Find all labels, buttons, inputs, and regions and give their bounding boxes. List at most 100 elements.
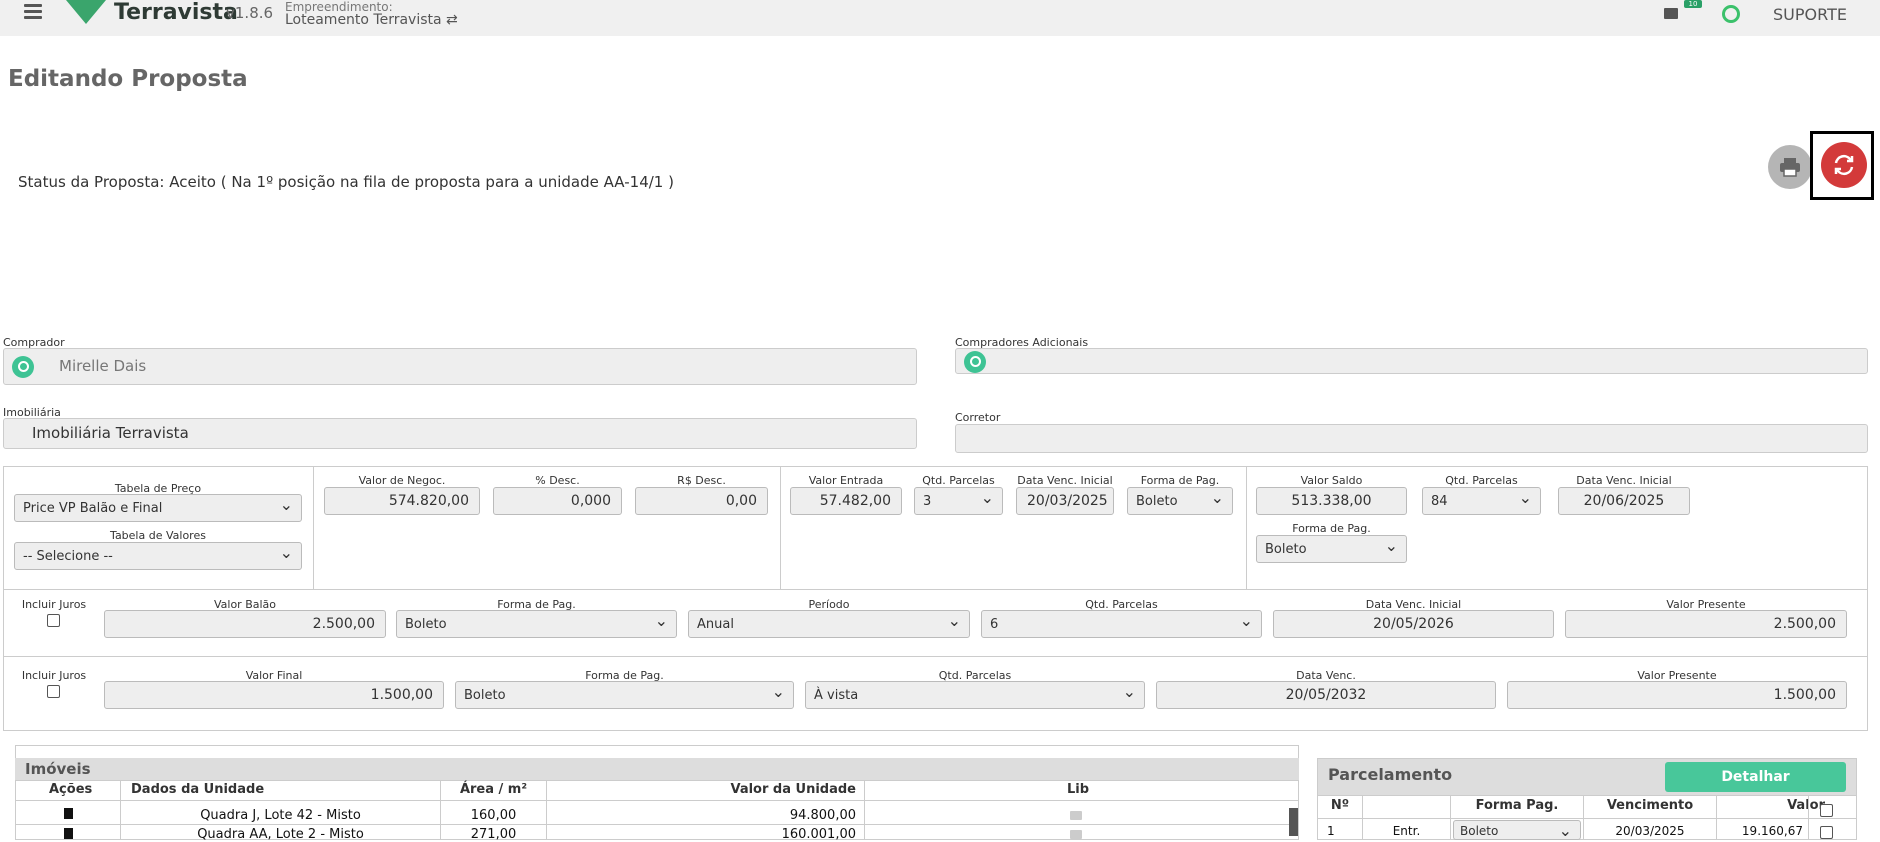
saldo-data-input[interactable]: 20/06/2025 <box>1558 487 1690 515</box>
pct-desc-label: % Desc. <box>535 474 580 487</box>
final-juros-checkbox[interactable] <box>47 685 60 698</box>
refresh-highlight <box>1810 131 1874 200</box>
valor-final-input[interactable]: 1.500,00 <box>104 681 444 709</box>
divider <box>1246 466 1247 590</box>
col-lib: Lib <box>1066 782 1090 797</box>
saldo-forma-select[interactable]: Boleto <box>1256 535 1407 563</box>
final-data-input[interactable]: 20/05/2032 <box>1156 681 1496 709</box>
entrada-forma-select[interactable]: Boleto <box>1127 487 1233 515</box>
unit-area: 160,00 <box>470 808 517 823</box>
document-icon[interactable] <box>64 808 73 819</box>
compradores-adicionais-field[interactable] <box>955 348 1868 374</box>
refresh-icon <box>1834 154 1854 176</box>
refresh-button[interactable] <box>1821 142 1867 188</box>
scrollbar[interactable] <box>1289 808 1298 836</box>
lock-icon[interactable] <box>1070 811 1082 820</box>
final-qtd-select[interactable]: À vista <box>805 681 1145 709</box>
tabela-preco-select[interactable]: Price VP Balão e Final <box>14 494 302 522</box>
balao-forma-select[interactable]: Boleto <box>396 610 677 638</box>
unit-data: Quadra J, Lote 42 - Misto <box>200 808 361 823</box>
col-vencimento: Vencimento <box>1606 798 1694 813</box>
tabela-valores-select[interactable]: -- Selecione -- <box>14 542 302 570</box>
printer-icon <box>1780 158 1800 177</box>
rs-desc-input[interactable]: 0,00 <box>635 487 768 515</box>
final-forma-select[interactable]: Boleto <box>455 681 794 709</box>
rs-desc-label: R$ Desc. <box>677 474 726 487</box>
balao-juros-label: Incluir Juros <box>21 598 87 611</box>
entrada-forma-label: Forma de Pag. <box>1140 474 1220 487</box>
valor-entrada-label: Valor Entrada <box>808 474 884 487</box>
mail-badge: 10 <box>1684 0 1702 8</box>
balao-periodo-select[interactable]: Anual <box>688 610 970 638</box>
saldo-forma-label: Forma de Pag. <box>1292 522 1371 535</box>
comprador-field[interactable]: Mirelle Dais <box>3 348 917 385</box>
imoveis-title: Imóveis <box>15 758 1299 780</box>
imobiliaria-field[interactable]: Imobiliária Terravista <box>3 418 917 449</box>
balao-qtd-select[interactable]: 6 <box>981 610 1262 638</box>
unit-area: 271,00 <box>470 827 517 842</box>
entrada-data-label: Data Venc. Inicial <box>1017 474 1113 487</box>
divider <box>1318 818 1856 819</box>
empreendimento-switcher[interactable]: Loteamento Terravista ⇄ <box>285 12 458 28</box>
parcela-checkbox[interactable] <box>1820 826 1833 839</box>
divider <box>1318 795 1856 796</box>
divider <box>864 780 865 840</box>
final-vp-input[interactable]: 1.500,00 <box>1507 681 1847 709</box>
col-valor: Valor da Unidade <box>730 782 856 797</box>
unit-value: 160.001,00 <box>781 827 856 842</box>
col-area: Área / m² <box>459 782 528 797</box>
col-forma: Forma Pag. <box>1475 798 1559 813</box>
app-version: v1.8.6 <box>226 4 274 22</box>
imobiliaria-value: Imobiliária Terravista <box>32 424 189 442</box>
page-title: Editando Proposta <box>8 66 248 92</box>
valor-negoc-input[interactable]: 574.820,00 <box>324 487 480 515</box>
divider <box>15 824 1299 825</box>
search-icon[interactable] <box>964 351 986 373</box>
entrada-qtd-label: Qtd. Parcelas <box>922 474 995 487</box>
divider <box>313 466 314 590</box>
select-all-checkbox[interactable] <box>1820 804 1833 817</box>
saldo-data-label: Data Venc. Inicial <box>1576 474 1672 487</box>
divider <box>15 800 1299 801</box>
saldo-qtd-select[interactable]: 84 <box>1422 487 1541 515</box>
mail-icon[interactable] <box>1664 8 1678 19</box>
corretor-field[interactable] <box>955 424 1868 453</box>
unit-data: Quadra AA, Lote 2 - Misto <box>197 827 364 842</box>
col-acoes: Ações <box>49 782 93 797</box>
saldo-qtd-label: Qtd. Parcelas <box>1445 474 1518 487</box>
corretor-label: Corretor <box>955 411 1001 424</box>
tabela-valores-label: Tabela de Valores <box>110 529 206 542</box>
entrada-data-input[interactable]: 20/03/2025 <box>1016 487 1114 515</box>
top-bar: Terravista v1.8.6 Empreendimento: Loteam… <box>0 0 1880 36</box>
valor-negoc-label: Valor de Negoc. <box>358 474 446 487</box>
proposal-status: Status da Proposta: Aceito ( Na 1º posiç… <box>18 173 674 191</box>
entrada-qtd-select[interactable]: 3 <box>914 487 1003 515</box>
divider <box>780 466 781 590</box>
search-icon[interactable] <box>12 356 34 378</box>
support-link[interactable]: SUPORTE <box>1773 5 1847 24</box>
app-name: Terravista <box>114 0 238 25</box>
balao-data-input[interactable]: 20/05/2026 <box>1273 610 1554 638</box>
valor-saldo-input[interactable]: 513.338,00 <box>1256 487 1407 515</box>
detalhar-financiamento-button[interactable]: Detalhar Financiamento <box>1665 762 1846 815</box>
divider <box>15 780 1299 781</box>
comprador-value: Mirelle Dais <box>59 357 147 375</box>
valor-balao-input[interactable]: 2.500,00 <box>104 610 386 638</box>
valor-entrada-input[interactable]: 57.482,00 <box>790 487 902 515</box>
valor-saldo-label: Valor Saldo <box>1300 474 1363 487</box>
document-icon[interactable] <box>64 828 73 839</box>
divider <box>546 780 547 840</box>
unit-value: 94.800,00 <box>789 808 856 823</box>
col-numero: Nº <box>1330 798 1350 813</box>
pct-desc-input[interactable]: 0,000 <box>493 487 622 515</box>
online-status-icon <box>1722 5 1740 23</box>
parcela-forma-select[interactable]: Boleto <box>1453 820 1581 840</box>
balao-juros-checkbox[interactable] <box>47 614 60 627</box>
balao-vp-input[interactable]: 2.500,00 <box>1565 610 1847 638</box>
logo-icon <box>66 0 106 24</box>
col-dados: Dados da Unidade <box>131 782 265 797</box>
lock-icon[interactable] <box>1070 830 1082 839</box>
print-button[interactable] <box>1768 145 1812 189</box>
menu-icon[interactable] <box>24 4 42 20</box>
final-juros-label: Incluir Juros <box>21 669 87 682</box>
